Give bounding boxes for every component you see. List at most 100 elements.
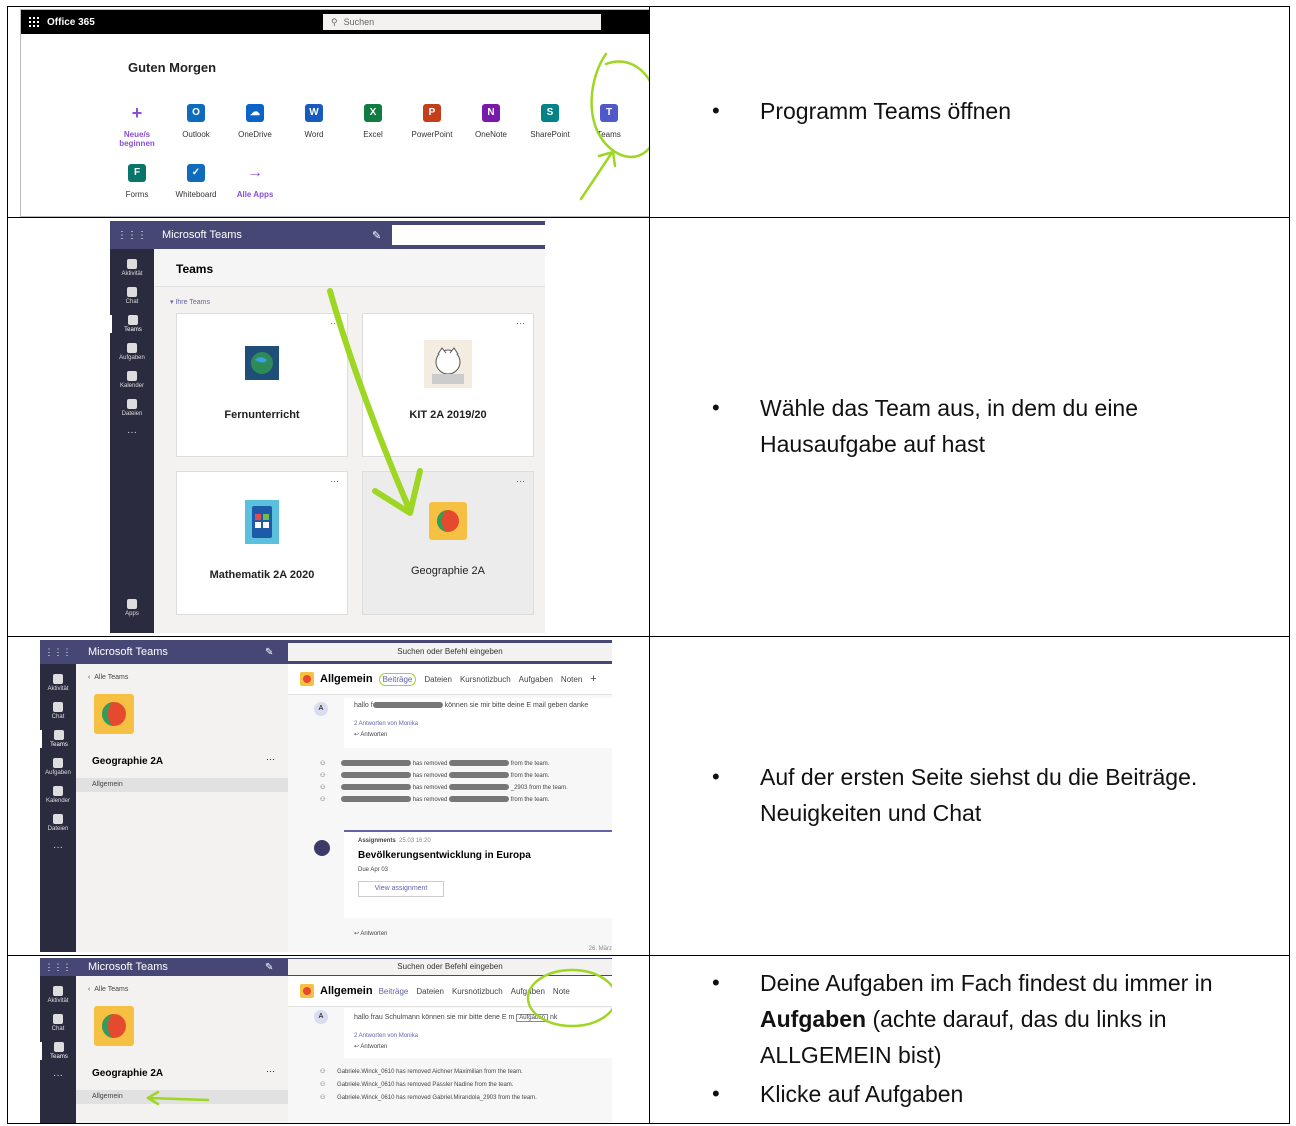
tab-kursnotizbuch[interactable]: Kursnotizbuch xyxy=(452,987,503,996)
more-icon[interactable]: ··· xyxy=(516,318,525,328)
row-2: ⋮⋮⋮ Microsoft Teams ✎ Aktivität Chat Teams… xyxy=(7,217,1290,637)
rail-item[interactable]: Dateien xyxy=(40,814,76,832)
team-card-fernunterricht[interactable]: ··· Fernunterricht xyxy=(176,313,348,457)
removed-events: ⚇ has removed from the team. ⚇ has remove… xyxy=(320,760,568,808)
tab-beitraege[interactable]: Beiträge xyxy=(379,987,409,996)
more-icon[interactable]: ··· xyxy=(266,754,275,764)
redacted-bar xyxy=(341,784,412,791)
rail-icon xyxy=(54,730,64,740)
team-card-geographie[interactable]: ··· Geographie 2A xyxy=(362,471,534,615)
team-card-name: Mathematik 2A 2020 xyxy=(209,569,315,581)
rail-label: Teams xyxy=(50,1054,68,1060)
waffle-icon[interactable]: ⋮⋮⋮ xyxy=(40,647,76,658)
search-input[interactable] xyxy=(392,225,545,245)
aufgaben-tooltip: Aufgaben xyxy=(516,1014,548,1022)
rail-item[interactable]: Kalender xyxy=(40,786,76,804)
view-assignment-button[interactable]: View assignment xyxy=(358,881,444,897)
removed-event: ⚇ has removed from the team. xyxy=(320,760,550,767)
compose-icon[interactable]: ✎ xyxy=(265,962,273,973)
rail-label: Chat xyxy=(51,714,65,720)
compose-icon[interactable]: ✎ xyxy=(372,229,381,242)
rail-item[interactable]: Dateien xyxy=(110,399,154,417)
channel-main: Allgemein Beiträge Dateien Kursnotizbuch… xyxy=(288,968,612,1123)
more-icon[interactable]: ··· xyxy=(266,1066,275,1076)
rail-item[interactable]: Chat xyxy=(110,287,154,305)
command-search-input[interactable]: Suchen oder Befehl eingeben xyxy=(288,643,612,661)
teams-heading: Teams xyxy=(154,249,545,287)
tab-aufgaben[interactable]: Aufgaben xyxy=(511,987,545,996)
tab-beitraege[interactable]: Beiträge xyxy=(378,672,417,686)
team-name: Geographie 2A xyxy=(92,1068,164,1079)
message-card: hallo frau Schulmann können sie mir bitt… xyxy=(344,1008,612,1058)
rail-item[interactable]: Teams xyxy=(110,315,154,333)
office-screenshot-cell: Office 365 ⚲ Suchen Guten Morgen + Neue/s… xyxy=(7,6,650,218)
team-avatar xyxy=(94,1006,134,1046)
add-tab-icon[interactable]: + xyxy=(590,673,596,685)
rail-label: Aktivität xyxy=(121,271,143,277)
rail-label: Aufgaben xyxy=(119,355,145,361)
your-teams-section[interactable]: ▾ Ihre Teams xyxy=(170,298,210,306)
rail-item[interactable]: Aufgaben xyxy=(40,758,76,776)
removed-event: ⚇ has removed from the team. xyxy=(320,772,550,779)
back-to-teams-link[interactable]: ‹ Alle Teams xyxy=(88,986,128,993)
more-icon[interactable]: ··· xyxy=(330,476,339,486)
team-card-mathematik[interactable]: ··· Mathematik 2A 2020 xyxy=(176,471,348,615)
reply-link[interactable]: ↩ Antworten xyxy=(354,1043,612,1050)
channel-sidebar: ‹ Alle Teams Geographie 2A ··· Allgemein xyxy=(76,976,288,1123)
command-search-input[interactable]: Suchen oder Befehl eingeben xyxy=(288,959,612,975)
channel-sidebar: ‹ Alle Teams Geographie 2A ··· Allgemein xyxy=(76,664,288,952)
compose-icon[interactable]: ✎ xyxy=(265,647,273,658)
rail-label: Teams xyxy=(124,327,142,333)
instruction-cell-4: Deine Aufgaben im Fach findest du immer … xyxy=(649,955,1290,1124)
instruction-text: Programm Teams öffnen xyxy=(712,94,1265,130)
instruction-text: Wähle das Team aus, in dem du eine Hausa… xyxy=(712,391,1265,462)
more-apps-icon[interactable]: ··· xyxy=(40,842,76,853)
rail-item[interactable]: Aktivität xyxy=(110,259,154,277)
more-apps-icon[interactable]: ··· xyxy=(110,427,154,438)
rail-item[interactable]: Kalender xyxy=(110,371,154,389)
tab-dateien[interactable]: Dateien xyxy=(424,675,452,684)
replies-link[interactable]: 2 Antworten von Monika xyxy=(354,721,612,727)
people-icon: ⚇ xyxy=(320,761,328,767)
rail-item[interactable]: Aktivität xyxy=(40,674,76,692)
channel-title: Allgemein xyxy=(320,985,373,997)
rail-item[interactable]: Teams xyxy=(40,730,76,748)
replies-link[interactable]: 2 Antworten von Monika xyxy=(354,1033,612,1039)
waffle-icon[interactable]: ⋮⋮⋮ xyxy=(110,230,154,241)
rail-item-apps[interactable]: Apps xyxy=(110,599,154,617)
more-icon[interactable]: ··· xyxy=(330,318,339,328)
rail-item[interactable]: Chat xyxy=(40,702,76,720)
rail-icon xyxy=(127,287,137,297)
tab-kursnotizbuch[interactable]: Kursnotizbuch xyxy=(460,675,511,684)
back-to-teams-link[interactable]: ‹ Alle Teams xyxy=(88,674,128,681)
rail-icon xyxy=(54,1042,64,1052)
tab-noten[interactable]: Note xyxy=(553,987,570,996)
reply-link[interactable]: ↩ Antworten xyxy=(354,930,387,937)
rail-item[interactable]: Aufgaben xyxy=(110,343,154,361)
people-icon: ⚇ xyxy=(320,797,328,803)
people-icon: ⚇ xyxy=(320,1082,328,1088)
more-icon[interactable]: ··· xyxy=(516,476,525,486)
waffle-icon[interactable]: ⋮⋮⋮ xyxy=(40,962,76,973)
tab-noten[interactable]: Noten xyxy=(561,675,582,684)
waffle-icon[interactable] xyxy=(29,17,39,27)
rail-item[interactable]: Chat xyxy=(40,1014,76,1032)
teams-topbar: ⋮⋮⋮ Microsoft Teams ✎ Suchen oder Befehl… xyxy=(40,640,612,664)
geographie-team-icon xyxy=(429,502,467,540)
redacted-bar xyxy=(341,796,412,803)
rail-item[interactable]: Aktivität xyxy=(40,986,76,1004)
green-annotation xyxy=(579,52,649,201)
office-search-input[interactable]: ⚲ Suchen xyxy=(323,14,601,30)
removed-event: ⚇ has removed _2903 from the team. xyxy=(320,784,568,791)
channel-screenshot-2: ⋮⋮⋮ Microsoft Teams ✎ Suchen oder Befehl… xyxy=(40,958,612,1123)
tab-aufgaben[interactable]: Aufgaben xyxy=(519,675,553,684)
team-card-kit[interactable]: ··· KIT 2A 2019/20 xyxy=(362,313,534,457)
rail-item[interactable]: Teams xyxy=(40,1042,76,1060)
channel-item-allgemein[interactable]: Allgemein xyxy=(76,778,288,792)
people-icon: ⚇ xyxy=(320,773,328,779)
reply-link[interactable]: ↩ Antworten xyxy=(354,731,612,738)
more-apps-icon[interactable]: ··· xyxy=(40,1070,76,1081)
redacted-bar xyxy=(341,772,412,779)
tab-dateien[interactable]: Dateien xyxy=(416,987,444,996)
apps-icon xyxy=(127,599,137,609)
